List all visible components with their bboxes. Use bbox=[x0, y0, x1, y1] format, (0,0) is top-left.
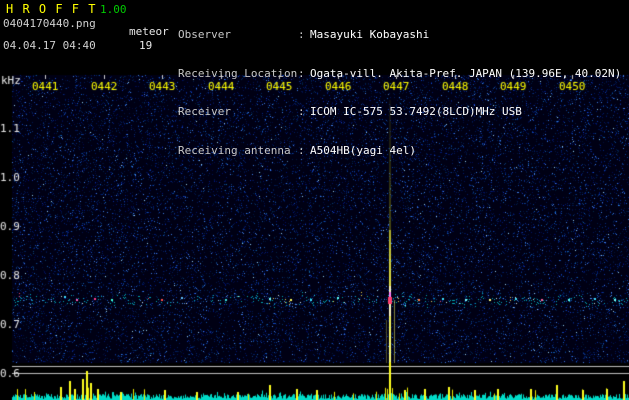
info-row-antenna: Receiving antenna : A504HB(yagi 4el) bbox=[178, 144, 621, 157]
info-row-receiver: Receiver : ICOM IC-575 53.7492(8LCD)MHz … bbox=[178, 105, 621, 118]
info-row-location: Receiving Location : Ogata-vill. Akita-P… bbox=[178, 67, 621, 80]
echo-count: 19 bbox=[139, 39, 153, 52]
datetime: 04.04.17 04:40 bbox=[3, 39, 96, 52]
info-separator: : bbox=[298, 28, 305, 41]
app-title: H R O F F T bbox=[6, 2, 97, 16]
info-value: A504HB(yagi 4el) bbox=[310, 143, 416, 157]
info-row-observer: Observer : Masayuki Kobayashi bbox=[178, 28, 621, 41]
info-label: Observer bbox=[178, 28, 231, 41]
info-separator: : bbox=[298, 105, 305, 119]
info-value: Ogata-vill. Akita-Pref. JAPAN (139.96E, … bbox=[310, 66, 622, 80]
info-separator: : bbox=[298, 66, 305, 80]
info-separator: : bbox=[298, 143, 305, 157]
app-version: 1.00 bbox=[100, 3, 127, 16]
info-label: Receiving Location bbox=[178, 66, 298, 80]
info-label: Receiving antenna bbox=[178, 143, 291, 157]
output-filename: 0404170440.png bbox=[3, 17, 96, 30]
info-label: Receiver bbox=[178, 105, 231, 119]
info-value: Masayuki Kobayashi bbox=[310, 28, 430, 41]
station-info: Observer : Masayuki Kobayashi Receiving … bbox=[178, 2, 621, 182]
mode-label: meteor bbox=[129, 25, 169, 38]
hrofft-screenshot: H R O F F T 1.00 0404170440.png meteor 1… bbox=[0, 0, 629, 400]
info-value: ICOM IC-575 53.7492(8LCD)MHz USB bbox=[310, 105, 522, 119]
